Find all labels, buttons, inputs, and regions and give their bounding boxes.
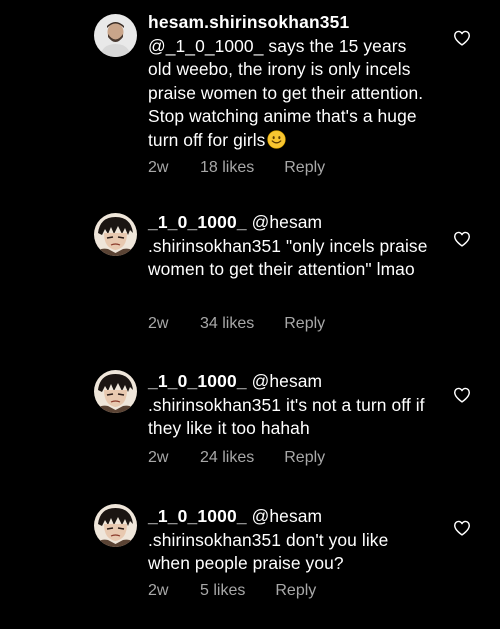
likes-count[interactable]: 5 likes	[200, 582, 245, 600]
username[interactable]: _1_0_1000_	[148, 506, 247, 526]
avatar[interactable]	[94, 370, 137, 413]
comment-meta: 2w 34 likes Reply	[148, 315, 325, 333]
like-heart-icon[interactable]	[453, 231, 471, 247]
likes-count[interactable]: 18 likes	[200, 159, 254, 177]
avatar[interactable]	[94, 504, 137, 547]
reply-button[interactable]: Reply	[284, 449, 325, 467]
username[interactable]: _1_0_1000_	[148, 371, 247, 391]
comment-meta: 2w 24 likes Reply	[148, 449, 325, 467]
manga-character-avatar-icon	[94, 504, 137, 547]
timestamp: 2w	[148, 315, 169, 332]
comment-meta: 2w 5 likes Reply	[148, 582, 316, 600]
avatar[interactable]	[94, 14, 137, 57]
person-avatar-icon	[94, 14, 137, 57]
manga-character-avatar-icon	[94, 370, 137, 413]
comment-text: hesam.shirinsokhan351 @_1_0_1000_ says t…	[148, 11, 433, 152]
avatar[interactable]	[94, 213, 137, 256]
username[interactable]: hesam.shirinsokhan351	[148, 12, 349, 32]
manga-character-avatar-icon	[94, 213, 137, 256]
comment-text: _1_0_1000_ @hesam .shirinsokhan351 don't…	[148, 505, 433, 576]
smiling-face-emoji-icon	[267, 129, 287, 149]
like-heart-icon[interactable]	[453, 30, 471, 46]
likes-count[interactable]: 34 likes	[200, 315, 254, 333]
timestamp: 2w	[148, 449, 169, 466]
comment-text: _1_0_1000_ @hesam .shirinsokhan351 "only…	[148, 211, 433, 282]
timestamp: 2w	[148, 159, 169, 176]
comment-meta: 2w 18 likes Reply	[148, 159, 325, 177]
reply-button[interactable]: Reply	[284, 159, 325, 177]
likes-count[interactable]: 24 likes	[200, 449, 254, 467]
comment-text: _1_0_1000_ @hesam .shirinsokhan351 it's …	[148, 370, 433, 441]
timestamp: 2w	[148, 582, 169, 599]
reply-button[interactable]: Reply	[284, 315, 325, 333]
reply-button[interactable]: Reply	[275, 582, 316, 600]
like-heart-icon[interactable]	[453, 387, 471, 403]
username[interactable]: _1_0_1000_	[148, 212, 247, 232]
like-heart-icon[interactable]	[453, 520, 471, 536]
